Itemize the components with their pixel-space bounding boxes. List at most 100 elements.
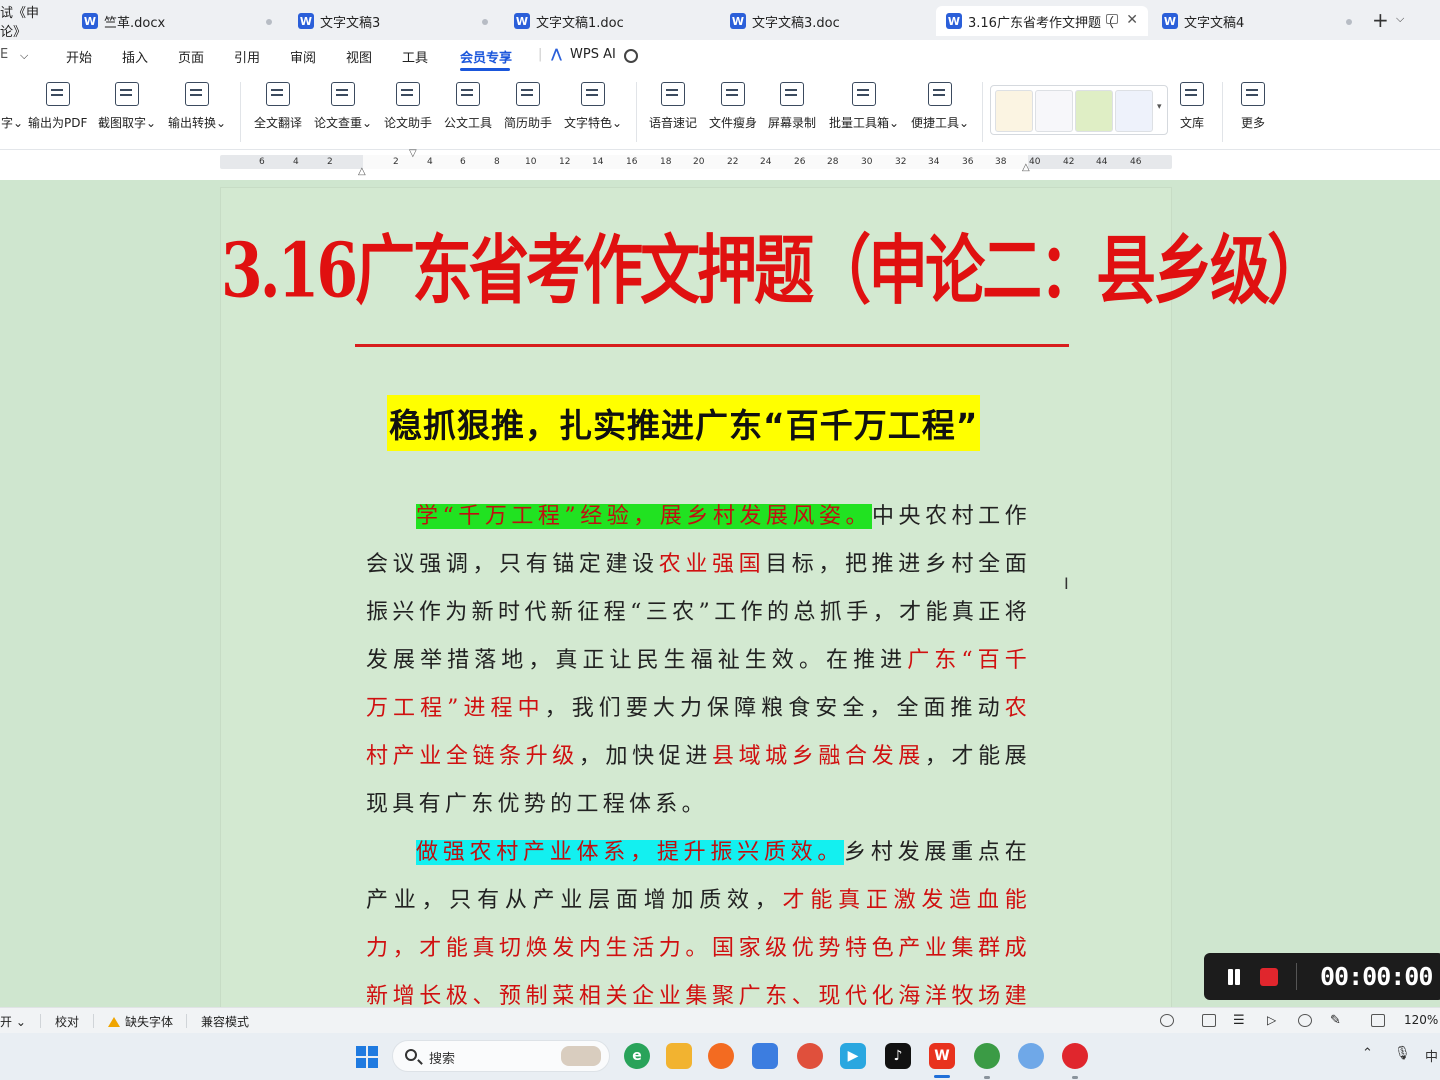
colorful-app-icon[interactable] xyxy=(797,1043,823,1069)
pen-icon[interactable]: ✎ xyxy=(1330,1013,1341,1028)
missing-font-button[interactable]: 缺失字体 xyxy=(108,1013,173,1030)
cluster-app-icon[interactable] xyxy=(1018,1043,1044,1069)
ribbon-label: 文件瘦身 xyxy=(709,116,758,130)
first-line-indent-marker[interactable]: ▽ xyxy=(409,148,417,159)
ribbon-official-doc-button[interactable]: 公文工具 xyxy=(444,82,492,131)
tab-doc-active[interactable]: W 3.16广东省考作文押题（ ✕ xyxy=(936,6,1148,36)
search-icon[interactable] xyxy=(624,49,638,63)
ribbon-paper-assistant-button[interactable]: 论文助手 xyxy=(384,82,432,131)
ruler-tick: 28 xyxy=(827,157,839,167)
tab-doc-1[interactable]: W 竺革.docx xyxy=(72,6,284,36)
new-tab-icon[interactable]: + xyxy=(1372,8,1389,32)
right-indent-marker[interactable]: △ xyxy=(1022,162,1030,173)
menu-page[interactable]: 页面 xyxy=(178,47,204,66)
ribbon-more-button[interactable]: 更多 xyxy=(1241,82,1265,131)
tab-label: 文字文稿3 xyxy=(320,15,381,31)
tab-shenlun[interactable]: 试《申论》 xyxy=(0,6,66,40)
ribbon-text-feature-button[interactable]: 文字特色⌄ xyxy=(564,82,622,131)
chrome-browser-icon[interactable] xyxy=(974,1043,1000,1069)
video-player-icon[interactable]: ▶ xyxy=(840,1043,866,1069)
template-gallery[interactable]: ▾ xyxy=(990,85,1168,135)
ribbon-library-button[interactable]: 文库 xyxy=(1180,82,1204,131)
document-page[interactable]: 3.16广东省考作文押题（申论二：县乡级） 稳抓狠推，扎实推进广东“百千万工程”… xyxy=(220,187,1327,1057)
tab-label: 3.16广东省考作文押题（ xyxy=(968,15,1114,31)
ribbon-resume-button[interactable]: 简历助手 xyxy=(504,82,552,131)
template-thumbnail[interactable] xyxy=(995,90,1033,132)
body-text: ，加快促进 xyxy=(578,744,712,769)
screenshot-ocr-icon xyxy=(115,82,140,106)
window-icon[interactable] xyxy=(1106,14,1118,24)
menu-chevron-icon[interactable]: ⌵ xyxy=(20,49,28,63)
gallery-dropdown-icon[interactable]: ▾ xyxy=(1157,102,1162,112)
template-thumbnail[interactable] xyxy=(1035,90,1073,132)
menu-references[interactable]: 引用 xyxy=(234,47,260,66)
ribbon-pdf-export-button[interactable]: 输出为PDF xyxy=(28,82,87,131)
menu-tools[interactable]: 工具 xyxy=(402,47,428,66)
wps-office-icon[interactable]: W xyxy=(929,1043,955,1069)
zoom-level[interactable]: 120% xyxy=(1404,1013,1438,1027)
tab-doc-2[interactable]: W 文字文稿3 xyxy=(288,6,500,36)
close-tab-icon[interactable]: ✕ xyxy=(1126,12,1138,28)
voice-note-icon xyxy=(661,82,685,106)
ribbon-quick-tools-button[interactable]: 便捷工具⌄ xyxy=(911,82,969,131)
eye-protect-icon[interactable] xyxy=(1160,1014,1174,1027)
more-grid-icon xyxy=(1241,82,1265,106)
recording-timer: 00:00:00 xyxy=(1320,962,1433,991)
left-indent-marker[interactable]: △ xyxy=(358,166,366,177)
ribbon-screenshot-ocr-button[interactable]: 截图取字⌄ xyxy=(98,82,156,131)
status-divider xyxy=(40,1014,41,1028)
outline-view-icon[interactable]: ☰ xyxy=(1233,1013,1245,1028)
play-icon[interactable]: ▷ xyxy=(1267,1013,1276,1027)
tab-list-chevron-icon[interactable]: ⌵ xyxy=(1396,12,1404,26)
ruler-tick: 24 xyxy=(760,157,772,167)
word-doc-icon: W xyxy=(298,13,314,29)
ribbon-label: 输出为PDF xyxy=(28,116,88,130)
file-explorer-icon[interactable] xyxy=(666,1043,692,1069)
plagiarism-check-icon xyxy=(331,82,356,106)
document-body[interactable]: 学“千万工程”经验，展乡村发展风姿。中央农村工作会议强调，只有锚定建设农业强国目… xyxy=(366,493,1031,1069)
ribbon-plagiarism-button[interactable]: 论文查重⌄ xyxy=(314,82,372,131)
menu-partial[interactable]: E xyxy=(0,47,8,62)
status-partial[interactable]: 开 ⌄ xyxy=(0,1013,26,1030)
tab-doc-3[interactable]: W 文字文稿1.doc xyxy=(504,6,716,36)
ribbon-translate-button[interactable]: 全文翻译 xyxy=(254,82,302,131)
tab-doc-5[interactable]: W 文字文稿4 xyxy=(1152,6,1364,36)
tray-chevron-icon[interactable]: ⌃ xyxy=(1362,1046,1373,1061)
menu-view[interactable]: 视图 xyxy=(346,47,372,66)
microphone-icon[interactable]: 🎙 xyxy=(1394,1046,1411,1061)
ribbon-file-slim-button[interactable]: 文件瘦身 xyxy=(709,82,757,131)
tiktok-icon[interactable]: ♪ xyxy=(885,1043,911,1069)
ime-indicator[interactable]: 中 xyxy=(1425,1046,1438,1065)
ribbon-text-button[interactable]: 字⌄ xyxy=(0,82,24,131)
tab-doc-4[interactable]: W 文字文稿3.doc xyxy=(720,6,932,36)
taskbar-search[interactable]: 搜索 xyxy=(392,1040,610,1072)
ribbon-label: 截图取字⌄ xyxy=(98,116,157,130)
ribbon-voice-note-button[interactable]: 语音速记 xyxy=(649,82,697,131)
calendar-app-icon[interactable] xyxy=(752,1043,778,1069)
edge-browser-icon[interactable]: e xyxy=(624,1043,650,1069)
page-view-icon[interactable] xyxy=(1202,1014,1216,1027)
menu-wps-ai[interactable]: WPS AI xyxy=(570,47,616,62)
recorder-app-icon[interactable] xyxy=(1062,1043,1088,1069)
pause-icon[interactable] xyxy=(1226,969,1242,985)
ribbon-label: 简历助手 xyxy=(504,116,553,130)
orange-app-icon[interactable] xyxy=(708,1043,734,1069)
template-thumbnail[interactable] xyxy=(1115,90,1153,132)
quick-tools-icon xyxy=(928,82,953,106)
stop-record-icon[interactable] xyxy=(1260,968,1278,986)
menu-review[interactable]: 审阅 xyxy=(290,47,316,66)
menu-member[interactable]: 会员专享 xyxy=(460,47,512,66)
ribbon-screen-record-button[interactable]: 屏幕录制 xyxy=(768,82,816,131)
wps-ai-icon[interactable]: ⋀ xyxy=(551,47,562,62)
menu-home[interactable]: 开始 xyxy=(66,47,92,66)
paper-assistant-icon xyxy=(396,82,420,106)
word-doc-icon: W xyxy=(730,13,746,29)
ribbon-batch-toolbox-button[interactable]: 批量工具箱⌄ xyxy=(829,82,899,131)
web-view-icon[interactable] xyxy=(1298,1014,1312,1027)
menu-insert[interactable]: 插入 xyxy=(122,47,148,66)
windows-start-icon[interactable] xyxy=(356,1046,378,1068)
proofread-button[interactable]: 校对 xyxy=(55,1013,79,1030)
ribbon-convert-button[interactable]: 输出转换⌄ xyxy=(168,82,226,131)
fit-page-icon[interactable] xyxy=(1371,1014,1385,1027)
template-thumbnail[interactable] xyxy=(1075,90,1113,132)
